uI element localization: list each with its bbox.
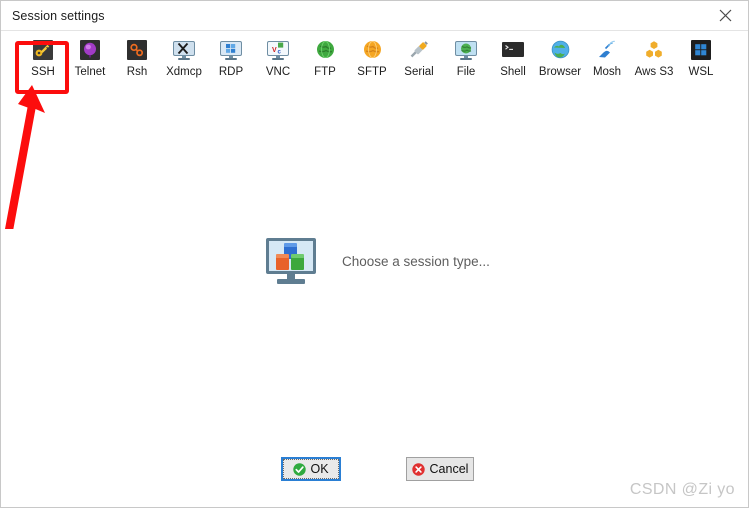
cancel-button-label: Cancel	[429, 461, 469, 476]
telnet-terminal-icon	[79, 39, 101, 61]
cancel-button[interactable]: Cancel	[406, 457, 474, 481]
tool-label: Mosh	[592, 66, 622, 78]
file-monitor-icon	[455, 39, 477, 61]
svg-text:c: c	[278, 50, 282, 56]
tool-label: Aws S3	[634, 66, 674, 78]
shell-console-icon	[502, 39, 524, 61]
tool-item-rdp[interactable]: RDP	[208, 31, 254, 79]
tool-item-serial[interactable]: Serial	[396, 31, 442, 79]
tool-item-file[interactable]: File	[443, 31, 489, 79]
red-x-icon	[411, 462, 425, 476]
close-icon[interactable]	[703, 1, 748, 30]
tool-item-mosh[interactable]: Mosh	[584, 31, 630, 79]
rsh-icon	[126, 39, 148, 61]
tool-label: Browser	[538, 66, 582, 78]
ftp-globe-icon	[314, 39, 336, 61]
tool-item-xdmcp[interactable]: Xdmcp	[161, 31, 207, 79]
tool-item-rsh[interactable]: Rsh	[114, 31, 160, 79]
serial-plug-icon	[408, 39, 430, 61]
tool-label: RDP	[218, 66, 244, 78]
tool-item-vnc[interactable]: V c VNC	[255, 31, 301, 79]
session-type-toolbar: SSH Telnet Rsh Xdmcp RDP V c VNC FTP SFT…	[2, 31, 747, 97]
tool-item-wsl[interactable]: WSL	[678, 31, 724, 79]
ok-button[interactable]: OK	[281, 457, 341, 481]
empty-state-text: Choose a session type...	[342, 253, 490, 269]
tool-label: Xdmcp	[166, 66, 202, 78]
svg-text:V: V	[272, 47, 277, 54]
tool-label: Serial	[404, 66, 434, 78]
wsl-windows-icon	[690, 39, 712, 61]
tool-label: File	[456, 66, 476, 78]
dialog-content: Choose a session type... CSDN @Zi yo	[2, 98, 747, 507]
tool-label: Telnet	[74, 66, 106, 78]
green-check-icon	[293, 462, 307, 476]
tool-item-shell[interactable]: Shell	[490, 31, 536, 79]
tool-label: Rsh	[126, 66, 148, 78]
tool-item-ftp[interactable]: FTP	[302, 31, 348, 79]
tool-item-ssh[interactable]: SSH	[20, 31, 66, 79]
tool-label: FTP	[314, 66, 336, 78]
tool-label: WSL	[688, 66, 714, 78]
rdp-monitor-icon	[220, 39, 242, 61]
vnc-monitor-icon: V c	[267, 39, 289, 61]
title-bar: Session settings	[1, 1, 748, 31]
xdmcp-x-icon	[173, 39, 195, 61]
session-type-monitor-icon	[266, 238, 316, 284]
watermark: CSDN @Zi yo	[629, 481, 735, 498]
window-title: Session settings	[12, 9, 105, 23]
tool-item-telnet[interactable]: Telnet	[67, 31, 113, 79]
sftp-globe-icon	[361, 39, 383, 61]
tool-label: SFTP	[357, 66, 387, 78]
tool-item-browser[interactable]: Browser	[537, 31, 583, 79]
session-settings-dialog: Session settings SSH Telnet Rsh Xdmcp RD…	[0, 0, 749, 508]
aws-s3-icon	[643, 39, 665, 61]
empty-state: Choose a session type...	[266, 238, 490, 284]
tool-item-aws-s3[interactable]: Aws S3	[631, 31, 677, 79]
tool-label: VNC	[265, 66, 291, 78]
ok-button-label: OK	[310, 461, 329, 476]
ssh-key-icon	[32, 39, 54, 61]
mosh-satellite-icon	[596, 39, 618, 61]
tool-label: SSH	[31, 66, 55, 78]
tool-item-sftp[interactable]: SFTP	[349, 31, 395, 79]
browser-globe-icon	[549, 39, 571, 61]
tool-label: Shell	[500, 66, 526, 78]
